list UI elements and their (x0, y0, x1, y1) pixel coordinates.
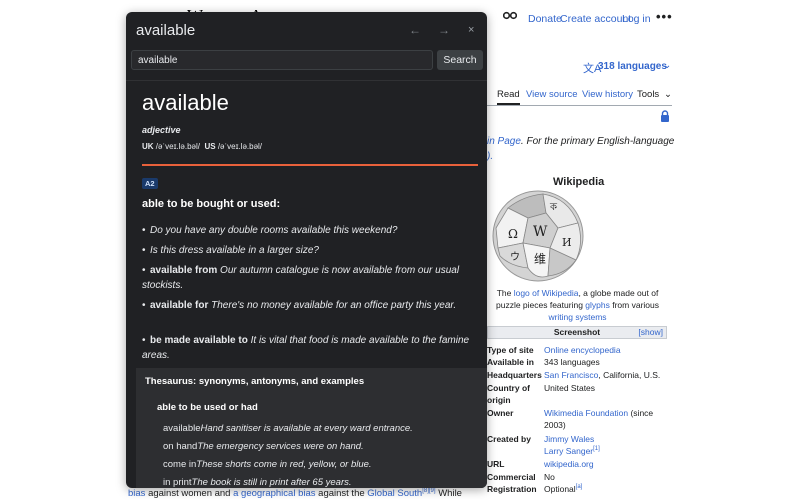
logo-caption: The logo of Wikipedia, a globe made out … (495, 288, 659, 322)
screenshot-header: Screenshot [show] (487, 326, 667, 339)
part-of-speech: adjective (142, 125, 181, 135)
infobox-title: Wikipedia (553, 176, 605, 188)
thesaurus-item[interactable]: on handThe emergency services were on ha… (163, 441, 364, 452)
show-toggle[interactable]: [show] (638, 327, 663, 338)
popup-title: available (136, 22, 196, 39)
infobox-key: Registration (487, 484, 537, 494)
thesaurus-title: Thesaurus: synonyms, antonyms, and examp… (145, 376, 365, 387)
svg-text:维: 维 (534, 252, 546, 266)
infobox-value: 343 languages (544, 357, 600, 367)
hatnote-line-2: ). (487, 151, 494, 162)
forward-arrow-icon[interactable]: → (438, 23, 450, 37)
infobox-value: 2003) (544, 420, 566, 430)
level-badge: A2 (142, 178, 158, 189)
svg-text:ক: ক (549, 202, 558, 213)
infobox-value[interactable]: wikipedia.org (544, 459, 594, 469)
tab-view-source[interactable]: View source (526, 89, 578, 100)
infobox-key: origin (487, 395, 511, 405)
back-arrow-icon[interactable]: ← (409, 23, 421, 37)
definition: able to be bought or used: (142, 198, 281, 210)
pronunciation: UK /əˈveɪ.lə.bəl/ US /əˈveɪ.lə.bəl/ (142, 142, 262, 151)
languages-button[interactable]: 318 languages (598, 61, 667, 72)
main-page-link[interactable]: in Page (487, 136, 521, 147)
search-input[interactable] (131, 50, 433, 70)
infobox-value: San Francisco, California, U.S. (544, 370, 661, 380)
log-in-link[interactable]: Log in (622, 13, 651, 25)
infobox-key: Commercial (487, 472, 536, 482)
thesaurus-item[interactable]: in printThe book is still in print after… (163, 477, 352, 488)
example-item: • available from Our autumn catalogue is … (142, 265, 460, 291)
infobox-key: Owner (487, 408, 514, 418)
infobox-value[interactable]: Online encyclopedia (544, 345, 621, 355)
accent-divider (142, 164, 478, 166)
infobox-key: Headquarters (487, 370, 542, 380)
us-pronunciation: /əˈveɪ.lə.bəl/ (217, 142, 263, 151)
tools-chevron-icon[interactable]: ⌄ (664, 89, 672, 100)
tab-read[interactable]: Read (497, 89, 520, 105)
example-item: • Is this dress available in a larger siz… (142, 245, 319, 256)
example-item: • Do you have any double rooms available … (142, 225, 398, 236)
svg-text:ウ: ウ (510, 251, 520, 263)
infobox-value: Optional[a] (544, 484, 583, 494)
divider (126, 80, 487, 81)
donate-link[interactable]: Donate (528, 13, 562, 25)
infobox-key: Country of (487, 383, 530, 393)
thesaurus-panel: Thesaurus: synonyms, antonyms, and examp… (136, 368, 487, 488)
example-item: • available for There's no money availabl… (142, 300, 457, 311)
tabs-divider (487, 105, 672, 106)
chevron-down-icon[interactable]: ⌄ (663, 60, 671, 71)
svg-text:W: W (533, 224, 548, 240)
article-text-line: bias against women and a geographical bi… (128, 488, 462, 500)
more-dots-icon[interactable]: ••• (656, 9, 673, 24)
dictionary-popup: available ← → × Search available adjecti… (126, 12, 487, 488)
infobox-value: United States (544, 383, 596, 393)
thesaurus-item[interactable]: come inThese shorts come in red, yellow,… (163, 459, 372, 470)
infobox-key: Available in (487, 357, 534, 367)
us-label: US (204, 142, 216, 151)
glasses-icon[interactable] (503, 11, 517, 20)
svg-text:И: И (562, 236, 572, 249)
infobox-value[interactable]: Jimmy Wales (544, 434, 594, 444)
close-icon[interactable]: × (468, 24, 474, 36)
example-item: • be made available to It is vital that f… (142, 335, 470, 361)
uk-label: UK (142, 142, 154, 151)
infobox-key: URL (487, 459, 505, 469)
tab-tools[interactable]: Tools (637, 89, 659, 100)
infobox-key: Created by (487, 434, 531, 444)
search-button[interactable]: Search (437, 50, 483, 70)
create-account-link[interactable]: Create account (560, 13, 631, 25)
lock-icon[interactable] (660, 110, 670, 122)
infobox-key: Type of site (487, 345, 534, 355)
svg-text:Ω: Ω (508, 227, 518, 241)
headword: available (142, 90, 229, 115)
infobox-value: Larry Sanger[1] (544, 446, 600, 456)
uk-pronunciation: /əˈveɪ.lə.bəl/ (155, 142, 200, 151)
tab-view-history[interactable]: View history (582, 89, 633, 100)
infobox-value: Wikimedia Foundation (since (544, 408, 654, 418)
thesaurus-subheading: able to be used or had (157, 402, 258, 413)
hatnote: in Page. For the primary English-languag… (487, 136, 675, 147)
wikipedia-globe-logo[interactable]: Ω W И ウ 维 ক (488, 188, 588, 284)
infobox-value: No (544, 472, 555, 482)
thesaurus-item[interactable]: availableHand sanitiser is available at … (163, 423, 413, 434)
